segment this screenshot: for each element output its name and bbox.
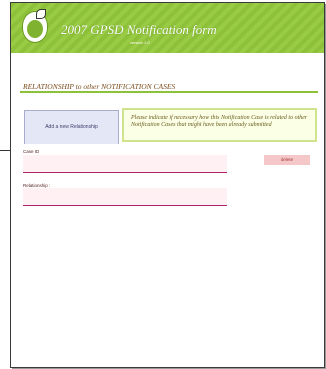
apple-logo-icon <box>23 9 47 42</box>
instruction-note: Please indicate if necessary how this No… <box>122 108 317 142</box>
case-id-label: Case ID <box>23 149 40 154</box>
relationship-field[interactable] <box>23 188 227 206</box>
section-title: RELATIONSHIP to other NOTIFICATION CASES <box>23 82 176 91</box>
leaf-icon <box>36 9 46 19</box>
case-id-field[interactable] <box>23 155 227 173</box>
section-divider <box>20 91 318 93</box>
delete-button[interactable]: delete <box>264 155 310 165</box>
version-label: version 1.0 <box>130 40 150 45</box>
add-relationship-button[interactable]: Add a new Relationship <box>24 110 119 145</box>
form-title: 2007 GPSD Notification form <box>61 22 217 37</box>
header-banner: 2007 GPSD Notification form version 1.0 <box>11 3 324 53</box>
